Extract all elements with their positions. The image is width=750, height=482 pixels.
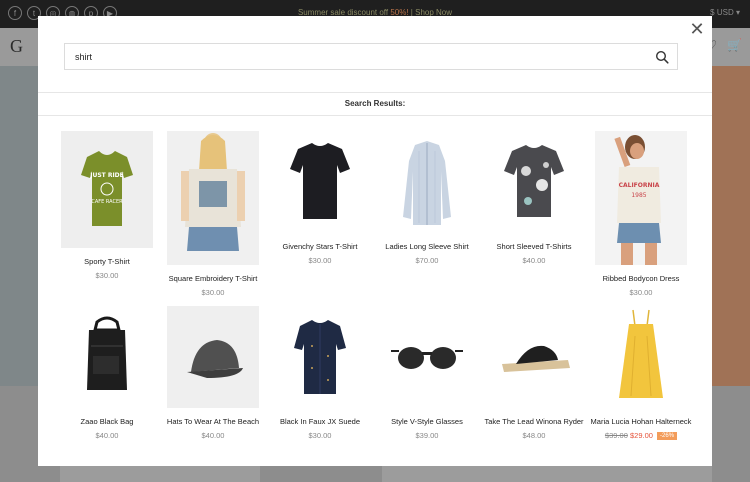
product-name[interactable]: Short Sleeved T-Shirts bbox=[479, 241, 589, 253]
svg-text:CAFE RACER: CAFE RACER bbox=[91, 199, 123, 205]
results-grid: JUST RIDE CAFE RACER Sporty T-Shirt $30.… bbox=[38, 116, 712, 466]
product-image bbox=[488, 306, 580, 408]
product-name[interactable]: Hats To Wear At The Beach bbox=[158, 416, 268, 428]
product-price: $40.00 bbox=[522, 256, 546, 265]
search-icon[interactable] bbox=[655, 50, 669, 64]
product-name[interactable]: Givenchy Stars T-Shirt bbox=[265, 241, 375, 253]
search-results-label: Search Results: bbox=[38, 92, 712, 116]
svg-text:CALIFORNIA: CALIFORNIA bbox=[619, 182, 660, 189]
product-image bbox=[274, 306, 366, 408]
product-card[interactable]: Ladies Long Sleeve Shirt $70.00 bbox=[372, 131, 482, 265]
product-image bbox=[381, 306, 473, 408]
product-image: JUST RIDE CAFE RACER bbox=[61, 131, 153, 248]
product-image bbox=[167, 306, 259, 408]
product-price: $30.00 bbox=[308, 431, 332, 440]
product-card[interactable]: Black In Faux JX Suede $30.00 bbox=[265, 306, 375, 440]
product-name[interactable]: Style V-Style Glasses bbox=[372, 416, 482, 428]
product-card[interactable]: JUST RIDE CAFE RACER Sporty T-Shirt $30.… bbox=[52, 131, 162, 280]
search-box bbox=[64, 43, 678, 70]
product-card[interactable]: Hats To Wear At The Beach $40.00 bbox=[158, 306, 268, 440]
product-card[interactable]: Givenchy Stars T-Shirt $30.00 bbox=[265, 131, 375, 265]
product-price: $40.00 bbox=[201, 431, 225, 440]
product-price: $30.00 bbox=[629, 288, 653, 297]
site-logo[interactable]: G bbox=[10, 36, 23, 57]
product-price: $70.00 bbox=[415, 256, 439, 265]
close-icon[interactable]: ✕ bbox=[688, 20, 706, 38]
product-price: $40.00 bbox=[95, 431, 119, 440]
cart-icon[interactable]: 🛒 bbox=[727, 38, 742, 52]
search-input[interactable] bbox=[65, 44, 645, 69]
product-card[interactable]: Zaao Black Bag $40.00 bbox=[52, 306, 162, 440]
product-name[interactable]: Sporty T-Shirt bbox=[52, 256, 162, 268]
product-name[interactable]: Ladies Long Sleeve Shirt bbox=[372, 241, 482, 253]
svg-text:JUST RIDE: JUST RIDE bbox=[89, 172, 124, 179]
product-name[interactable]: Ribbed Bodycon Dress bbox=[586, 273, 696, 285]
product-name[interactable]: Take The Lead Winona Ryder bbox=[479, 416, 589, 428]
product-card[interactable]: CALIFORNIA 1985 Ribbed Bodycon Dress $30… bbox=[586, 131, 696, 297]
product-image bbox=[381, 131, 473, 233]
search-modal: ✕ Search Results: JUST RIDE CAFE RACER S… bbox=[38, 16, 712, 466]
product-image bbox=[61, 306, 153, 408]
chevron-down-icon: ▾ bbox=[735, 8, 740, 17]
product-card[interactable]: Square Embroidery T-Shirt $30.00 bbox=[158, 131, 268, 297]
product-name[interactable]: Square Embroidery T-Shirt bbox=[158, 273, 268, 285]
product-card[interactable]: Style V-Style Glasses $39.00 bbox=[372, 306, 482, 440]
product-name[interactable]: Black In Faux JX Suede bbox=[265, 416, 375, 428]
product-name[interactable]: Zaao Black Bag bbox=[52, 416, 162, 428]
product-price: $48.00 bbox=[522, 431, 546, 440]
discount-badge: -26% bbox=[657, 432, 678, 441]
product-card[interactable]: Take The Lead Winona Ryder $48.00 bbox=[479, 306, 589, 440]
product-price: $39.00 $29.00 -26% bbox=[586, 431, 696, 441]
product-card[interactable]: Maria Lucia Hohan Halterneck $39.00 $29.… bbox=[586, 306, 696, 441]
product-price: $30.00 bbox=[95, 271, 119, 280]
product-image bbox=[274, 131, 366, 233]
product-name[interactable]: Maria Lucia Hohan Halterneck bbox=[586, 416, 696, 428]
product-sale-price: $29.00 bbox=[629, 431, 653, 440]
product-image bbox=[595, 306, 687, 408]
product-price: $30.00 bbox=[201, 288, 225, 297]
product-old-price: $39.00 bbox=[604, 431, 628, 440]
product-price: $30.00 bbox=[308, 256, 332, 265]
product-image: CALIFORNIA 1985 bbox=[595, 131, 687, 265]
product-price: $39.00 bbox=[415, 431, 439, 440]
product-card[interactable]: Short Sleeved T-Shirts $40.00 bbox=[479, 131, 589, 265]
currency-selector[interactable]: $ USD ▾ bbox=[710, 8, 740, 17]
hero-image-edge bbox=[710, 66, 750, 386]
product-image bbox=[488, 131, 580, 233]
product-image bbox=[167, 131, 259, 265]
svg-text:1985: 1985 bbox=[631, 192, 646, 199]
currency-label: USD bbox=[716, 8, 734, 17]
